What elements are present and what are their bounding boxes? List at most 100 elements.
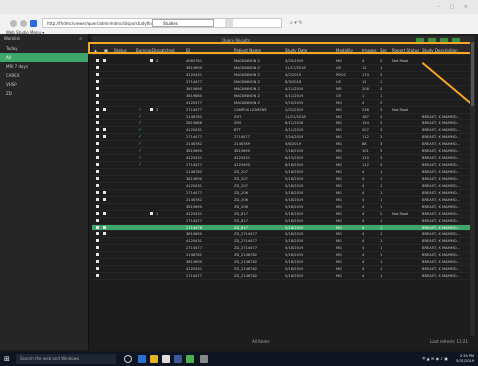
settings-icon[interactable] (200, 355, 208, 363)
vertical-scrollbar[interactable] (470, 36, 475, 336)
scrollbar-thumb[interactable] (471, 42, 474, 106)
cell-study-description: BREAST, K MAMMO... (422, 225, 460, 230)
task-view-icon[interactable] (124, 355, 132, 363)
table-row[interactable]: 3815690 MACKINNON Z 11/17/2018 US 12 1 (92, 65, 470, 72)
toolbar-button-2[interactable] (428, 38, 436, 43)
column-study-description[interactable]: Study Description (422, 46, 468, 55)
header-flag-icon[interactable]: ■ (104, 46, 108, 55)
store-icon[interactable] (162, 355, 170, 363)
column-report-status[interactable]: Report Status (392, 46, 419, 55)
status-icon (96, 170, 99, 173)
column-modality[interactable]: Modality (336, 46, 353, 55)
table-row[interactable]: ✓ 2714477 4120490 6/16/2019 MG 112 3 BREAST, K … (92, 162, 470, 169)
table-row[interactable]: 2714477 MACKINNON Z 8/3/2018 US 12 1 (92, 79, 470, 86)
table-row[interactable]: 2146782 ZD_2146782 5/18/2019 MG 4 1 BREAST, K … (92, 252, 470, 260)
table-row[interactable]: 4120431 ZD_2146782 5/18/2019 MG 4 1 BREAST, K … (92, 266, 470, 274)
cell-patient-name: MACKINNON Z (234, 86, 260, 91)
status-icon (96, 197, 99, 201)
cell-patient-name: MACKINNON Z (234, 72, 260, 77)
cell-study-description: BREAST, K MAMMO... (422, 176, 460, 181)
sidebar-item-today[interactable]: Today (0, 44, 88, 53)
column-images[interactable]: Images (362, 46, 377, 55)
table-row[interactable]: 1 4120431 ZD_817 5/18/2019 MG 4 2 Not Read BREAS… (92, 211, 470, 218)
cell-patient-name: MACKINNON Z (234, 79, 260, 84)
sidebar-item-carex[interactable]: CAREX (0, 71, 88, 80)
windows-start-icon[interactable]: ⊞ (4, 355, 12, 363)
cell-study-date: 5/18/2019 (285, 190, 304, 195)
cell-images: 101 (362, 149, 369, 154)
sidebar-item-zd[interactable]: ZD (0, 89, 88, 98)
status-icon (96, 65, 99, 69)
cell-images: 4 (362, 211, 365, 216)
column-dispatched[interactable]: Dispatched (152, 46, 175, 55)
table-row[interactable]: 4 4065761 MACKINNON Z 3/25/2019 MG 4 2 Not Read (92, 58, 470, 65)
toolbar-button-3[interactable] (440, 38, 448, 43)
table-row[interactable]: ✓ 2714477 2714477 7/24/2019 MG 112 3 BREAST, K … (92, 134, 470, 142)
app-icon[interactable] (174, 355, 182, 363)
address-icons[interactable]: ⌕ ▾ ↻ (290, 18, 350, 28)
table-row[interactable]: 3815690 MACKINNON Z 4/11/2019 MR 208 4 (92, 86, 470, 93)
header-pin-icon[interactable]: ▲ (94, 46, 97, 55)
toolbar-button-1[interactable] (416, 38, 424, 43)
toolbar-button-4[interactable] (452, 38, 460, 43)
tab-studies[interactable]: Studies (152, 19, 214, 27)
back-icon[interactable] (10, 20, 17, 27)
table-row[interactable]: 2714477 ZD_206 5/18/2019 MG 4 1 BREAST, K MAMM… (92, 190, 470, 197)
table-row[interactable]: 2146782 ZD_206 5/18/2019 MG 4 1 BREAST, K MAMM… (92, 197, 470, 204)
system-tray[interactable]: ⛨ ▲ ✉ ◉ ♪ ▣ (422, 355, 448, 363)
table-row[interactable]: 4120431 ZD_207 5/18/2019 MG 4 1 BREAST, K MAMM… (92, 183, 470, 190)
column-id[interactable]: ID (186, 46, 190, 55)
table-row[interactable]: ✓ 4120431 BTT 4/11/2019 MG 207 3 BREAST, K MAMM… (92, 127, 470, 135)
table-row[interactable]: 3819880 MACKINNON Z 5/11/2019 CR 1 1 (92, 93, 470, 100)
table-row[interactable]: 3815690 ZD_2146782 5/18/2019 MG 4 1 BREAST, K … (92, 259, 470, 267)
cell-modality: MG (336, 204, 342, 209)
table-row[interactable]: 2714478 ZD_817 5/18/2019 MG 4 1 BREAST, K MAMM… (92, 224, 470, 232)
new-tab-icon[interactable] (225, 19, 233, 27)
column-patient-name[interactable]: Patient Name (234, 46, 261, 55)
explorer-icon[interactable] (150, 355, 158, 363)
table-row[interactable]: 4120577 MACKINNON Z 5/15/2019 MG 4 2 (92, 100, 470, 107)
status-icon (96, 253, 99, 257)
edge-icon[interactable] (138, 355, 146, 363)
taskbar-search[interactable]: Search the web and Windows (16, 354, 116, 364)
sidebar-item-mri-7-days[interactable]: MRI 7 days (0, 62, 88, 71)
clock[interactable]: 2:34 PM 5/31/2019 (456, 354, 474, 364)
table-row[interactable]: 3815690 ZD_207 5/18/2019 MG 4 1 BREAST, K MAMM… (92, 176, 470, 183)
table-row[interactable]: 3815690 ZD_2714477 5/18/2019 MG 4 1 BREAST, K … (92, 231, 470, 239)
table-row[interactable]: ✓ 2146782 ZHT 11/21/2018 MG 187 3 BREAST, K MAM… (92, 114, 470, 121)
table-row[interactable]: 4120431 ZD_2714477 5/18/2019 MG 4 1 BREAST, K … (92, 238, 470, 246)
chrome-icon[interactable] (186, 355, 194, 363)
table-row[interactable]: 2714477 ZD_2146782 5/18/2019 MG 4 1 BREAST, K … (92, 273, 470, 280)
forward-icon[interactable] (20, 20, 27, 27)
status-icon (96, 121, 99, 125)
table-row[interactable]: 2714477 ZD_817 5/18/2019 MG 4 1 BREAST, K MAMM… (92, 218, 470, 225)
column-series[interactable]: Ser. (380, 46, 388, 55)
window-controls[interactable]: – ▢ ✕ (437, 4, 472, 10)
table-row[interactable]: 2146782 ZD_207 5/18/2019 MG 4 1 BREAST, K MAMM… (92, 169, 470, 176)
cell-modality: MG (336, 225, 342, 230)
cell-series: 1 (380, 239, 383, 244)
cell-study-description: BREAST, K MAMMO... (422, 204, 460, 209)
table-row[interactable]: ✓ 2 2714477 CAMPUS LEARENE 2/22/2019 MG 238 3 No… (92, 107, 470, 114)
table-row[interactable]: ✓ 3815690 3815690 7/18/2019 MG 101 3 BREAST, K … (92, 148, 470, 156)
sidebar-item-all[interactable]: All (0, 53, 88, 62)
table-row[interactable]: 4120431 MACKINNON Z 4/2/2019 PDOC 174 3 (92, 72, 470, 79)
table-row[interactable]: ✓ 4120431 4120431 6/15/2019 MG 110 3 BREAST, K … (92, 155, 470, 163)
column-burning[interactable]: Burning (136, 46, 152, 55)
table-row[interactable]: ✓ 2815688 ZHS 8/11/2018 MG 154 3 BREAST, K MAMM… (92, 120, 470, 128)
table-row[interactable]: 3815690 ZD_206 5/18/2019 MG 4 1 BREAST, K MAMM… (92, 204, 470, 211)
search-icon[interactable]: ⌕ (79, 36, 82, 42)
cell-study-description: BREAST, K MAMMO... (422, 246, 460, 251)
cell-id: 4120431 (186, 267, 203, 272)
cell-study-date: 7/24/2019 (285, 135, 304, 140)
sidebar-item-vhsp[interactable]: VHSP (0, 80, 88, 89)
cell-patient-name: ZD_2146782 (234, 274, 258, 279)
column-study-date[interactable]: Study Date (285, 46, 307, 55)
cell-modality: MG (336, 190, 342, 195)
column-status[interactable]: Status (114, 46, 127, 55)
cell-images: 187 (362, 114, 369, 119)
cell-images: 12 (362, 79, 367, 84)
table-row[interactable]: ✓ 2146782 2146789 5/8/2019 MG 88 3 BREAST, K MA… (92, 141, 470, 149)
table-row[interactable]: 2714477 ZD_2714477 5/18/2019 MG 4 1 BREAST, K … (92, 245, 470, 253)
refresh-icon[interactable] (30, 20, 37, 27)
